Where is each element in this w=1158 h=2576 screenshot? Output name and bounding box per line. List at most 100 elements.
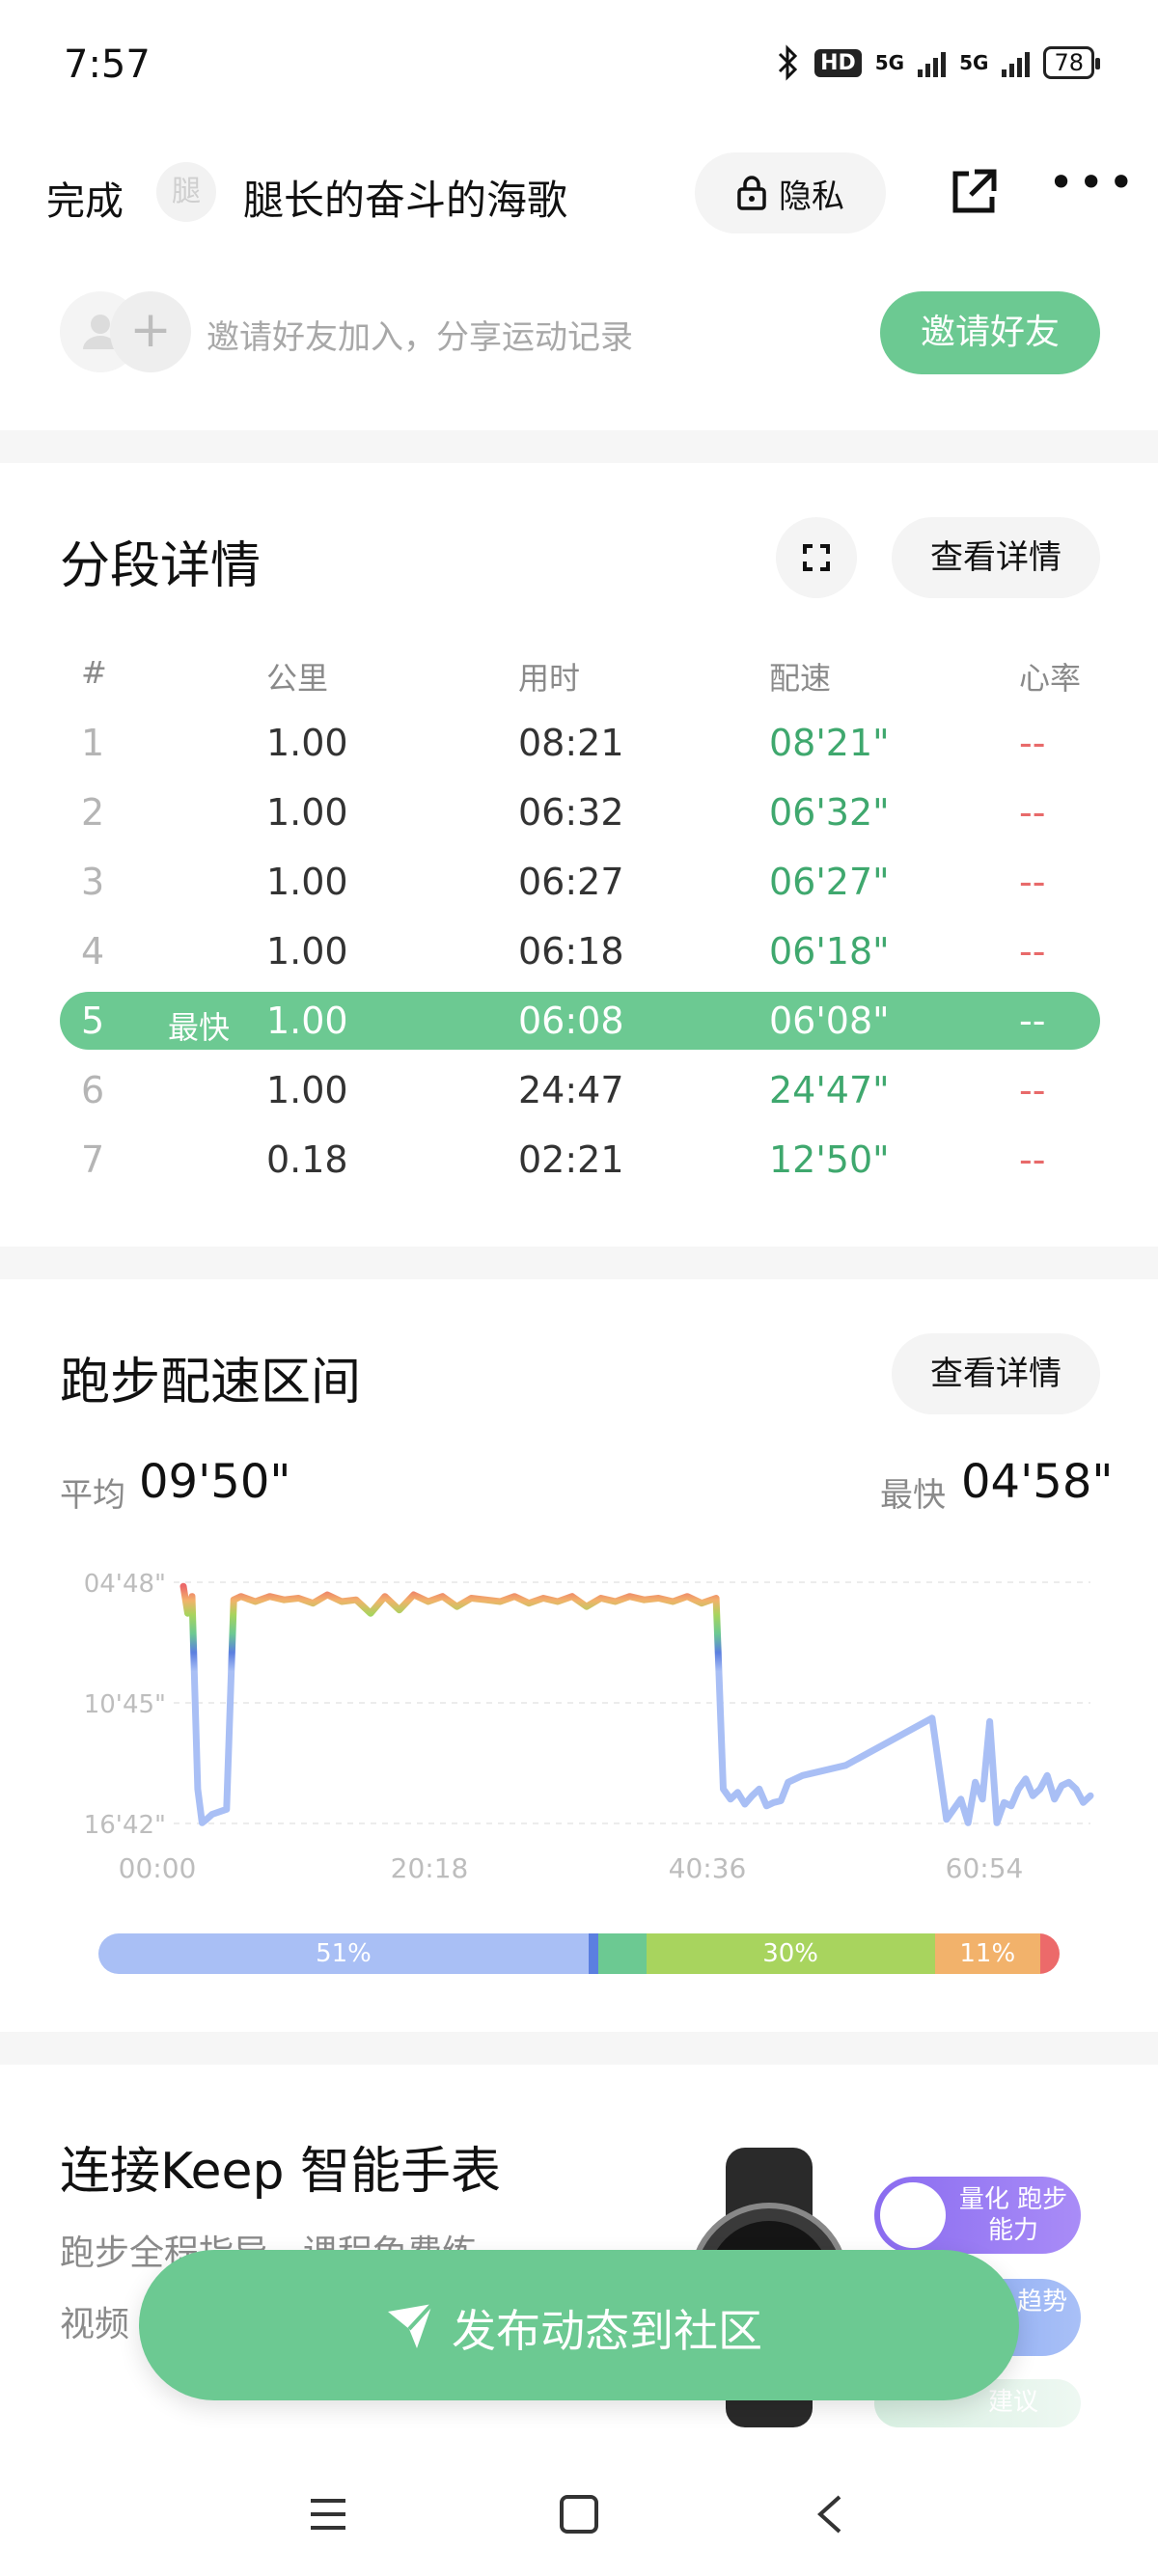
split-index: 1 — [81, 722, 105, 764]
privacy-label: 隐私 — [779, 177, 844, 216]
split-row: 1 1.00 08:21 08'21" -- — [60, 714, 1100, 772]
section-divider — [0, 1247, 1158, 1279]
status-icons: HD 5G 5G 78 — [776, 44, 1100, 81]
pace-detail-button[interactable]: 查看详情 — [892, 1333, 1100, 1414]
system-nav-bar — [0, 2451, 1158, 2576]
y-tick-label: 16'42" — [84, 1811, 166, 1840]
split-km: 1.00 — [266, 722, 348, 764]
lock-icon — [737, 176, 766, 210]
pace-zone-segment — [597, 1933, 647, 1974]
back-icon[interactable] — [811, 2493, 853, 2535]
invite-bar: + 邀请好友加入，分享运动记录 邀请好友 — [0, 280, 1158, 386]
split-heartrate: -- — [1019, 722, 1046, 764]
avatar: 腿 — [156, 162, 216, 222]
col-header-pace: 配速 — [769, 660, 832, 697]
split-km: 1.00 — [266, 1069, 348, 1111]
split-index: 3 — [81, 861, 105, 903]
pace-zone-segment: 51% — [98, 1933, 589, 1974]
x-tick-label: 40:36 — [669, 1852, 747, 1881]
top-header: 完成 腿 腿长的奋斗的海歌 隐私 ••• — [0, 145, 1158, 241]
pace-zone-segment: 30% — [646, 1933, 935, 1974]
signal-1-icon — [918, 48, 947, 77]
split-heartrate: -- — [1019, 791, 1046, 834]
pace-chart: 04'48" 10'45" 16'42" 00:00 20:18 40:36 60:54 — [84, 1570, 1094, 1881]
done-button[interactable]: 完成 — [46, 170, 124, 226]
splits-detail-button[interactable]: 查看详情 — [892, 517, 1100, 598]
split-pace: 12'50" — [769, 1138, 890, 1181]
col-header-heartrate: 心率 — [1019, 660, 1082, 697]
home-icon[interactable] — [558, 2493, 600, 2535]
more-icon[interactable]: ••• — [1048, 156, 1138, 208]
bluetooth-icon — [779, 44, 798, 81]
split-km: 1.00 — [266, 930, 348, 973]
fastest-pace-label: 最快 — [880, 1476, 946, 1515]
fullscreen-icon — [803, 544, 830, 571]
pace-zone-segment — [1040, 1933, 1060, 1974]
split-index: 6 — [81, 1069, 105, 1111]
split-time: 06:18 — [518, 930, 624, 973]
publish-to-community-button[interactable]: 发布动态到社区 — [139, 2250, 1019, 2400]
section-divider — [0, 430, 1158, 463]
split-pace: 24'47" — [769, 1069, 890, 1111]
split-time: 06:27 — [518, 861, 624, 903]
splits-title: 分段详情 — [60, 537, 262, 595]
split-index: 5 — [81, 1000, 105, 1042]
watch-promo-subtitle-2: 视频 — [60, 2305, 130, 2344]
split-row: 2 1.00 06:32 06'32" -- — [60, 783, 1100, 841]
split-time: 24:47 — [518, 1069, 624, 1111]
split-time: 06:08 — [518, 1000, 624, 1042]
invite-friends-button[interactable]: 邀请好友 — [880, 291, 1100, 374]
split-pace: 06'18" — [769, 930, 890, 973]
col-header-time: 用时 — [518, 660, 581, 697]
split-heartrate: -- — [1019, 1069, 1046, 1111]
x-tick-label: 60:54 — [946, 1852, 1024, 1881]
split-time: 02:21 — [518, 1138, 624, 1181]
split-heartrate: -- — [1019, 930, 1046, 973]
pace-zone-title: 跑步配速区间 — [60, 1354, 362, 1411]
x-tick-label: 00:00 — [119, 1852, 197, 1881]
network-type-1: 5G — [874, 51, 905, 74]
split-row: 6 1.00 24:47 24'47" -- — [60, 1061, 1100, 1119]
add-friend-icon[interactable]: + — [110, 291, 191, 372]
split-row: 7 0.18 02:21 12'50" -- — [60, 1131, 1100, 1189]
x-tick-label: 20:18 — [391, 1852, 469, 1881]
col-header-km: 公里 — [266, 660, 329, 697]
avg-pace-value: 09'50" — [139, 1455, 291, 1509]
hd-badge: HD — [814, 48, 862, 77]
split-pace: 08'21" — [769, 722, 890, 764]
network-type-2: 5G — [959, 51, 989, 74]
split-index: 7 — [81, 1138, 105, 1181]
split-heartrate: -- — [1019, 1000, 1046, 1042]
privacy-button[interactable]: 隐私 — [695, 152, 886, 233]
split-pace: 06'08" — [769, 1000, 890, 1042]
split-row-fastest: 5 最快 1.00 06:08 06'08" -- — [60, 992, 1100, 1050]
page-title: 腿长的奋斗的海歌 — [243, 177, 568, 224]
x-axis-ticks: 00:00 20:18 40:36 60:54 — [119, 1852, 1024, 1881]
signal-2-icon — [1002, 48, 1031, 77]
split-time: 06:32 — [518, 791, 624, 834]
section-divider — [0, 2032, 1158, 2065]
fastest-pace-value: 04'58" — [961, 1455, 1114, 1509]
fullscreen-button[interactable] — [776, 517, 857, 598]
split-heartrate: -- — [1019, 1138, 1046, 1181]
pace-zone-distribution-bar: 51% 30% 11% — [98, 1933, 1060, 1974]
feature-label: 量化 跑步能力 — [958, 2185, 1068, 2245]
split-index: 2 — [81, 791, 105, 834]
y-tick-label: 04'48" — [84, 1570, 166, 1599]
pace-series-line — [179, 1582, 1094, 1826]
split-heartrate: -- — [1019, 861, 1046, 903]
share-icon[interactable] — [948, 166, 1000, 218]
split-km: 1.00 — [266, 791, 348, 834]
y-tick-label: 10'45" — [84, 1690, 166, 1719]
split-pace: 06'27" — [769, 861, 890, 903]
status-bar: 7:57 HD 5G 5G 78 — [0, 0, 1158, 135]
y-axis-ticks: 04'48" 10'45" 16'42" — [84, 1570, 166, 1840]
fastest-badge: 最快 — [168, 1009, 231, 1046]
invite-text: 邀请好友加入，分享运动记录 — [207, 318, 633, 357]
feature-badge-running-ability: 量化 跑步能力 — [874, 2177, 1081, 2254]
chart-grid — [174, 1581, 1090, 1824]
publish-label: 发布动态到社区 — [452, 2305, 762, 2357]
send-icon — [388, 2302, 434, 2348]
avg-pace-label: 平均 — [60, 1476, 125, 1515]
menu-icon[interactable] — [307, 2493, 349, 2535]
